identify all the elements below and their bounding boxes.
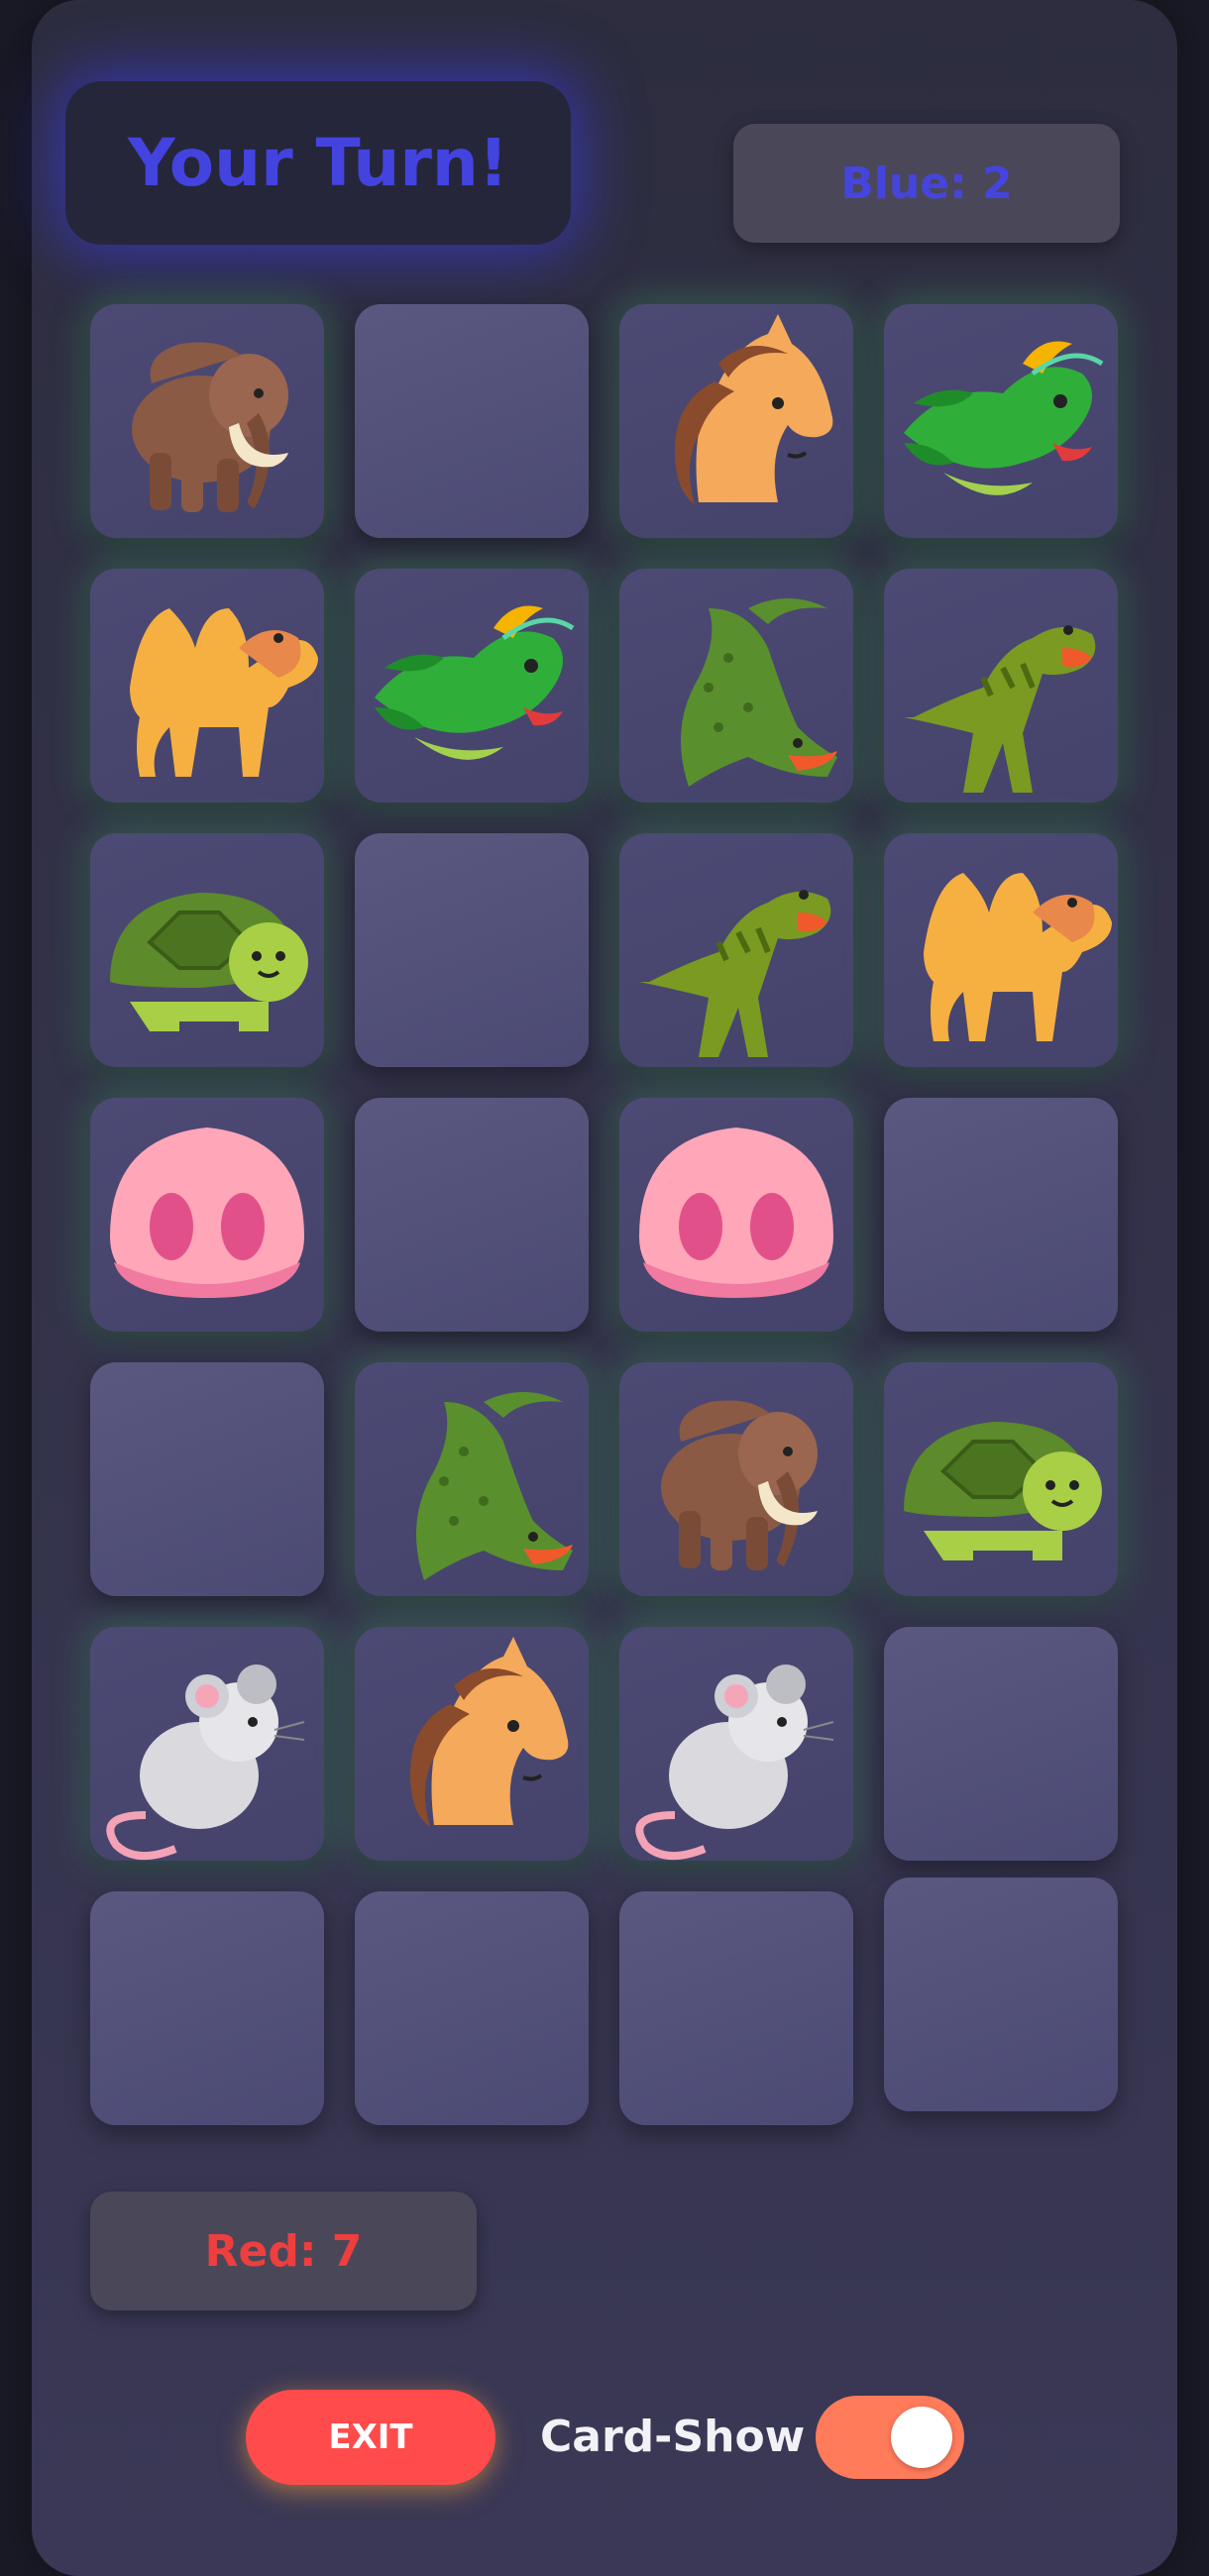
camel-icon [130,608,318,777]
turn-indicator: Your Turn! [65,81,571,245]
pig-nose-icon [639,1127,833,1298]
card-crocodile[interactable] [619,569,853,803]
card-hidden[interactable] [355,1098,589,1332]
t-rex-icon [639,890,831,1057]
card-show-label: Card-Show [540,2412,806,2462]
toggle-knob[interactable] [891,2407,952,2468]
card-t-rex[interactable] [619,833,853,1067]
card-mouse[interactable] [619,1627,853,1861]
card-hidden[interactable] [884,1098,1118,1332]
card-camel[interactable] [884,833,1118,1067]
turtle-icon [110,893,308,1031]
mammoth-icon [661,1400,818,1570]
dragon-icon [904,341,1104,495]
turn-text: Your Turn! [128,125,508,201]
card-pig-nose[interactable] [90,1098,324,1332]
card-camel[interactable] [90,569,324,803]
card-hidden[interactable] [355,833,589,1067]
card-mouse[interactable] [90,1627,324,1861]
pig-nose-icon [110,1127,304,1298]
exit-button[interactable]: EXIT [246,2390,495,2485]
card-t-rex[interactable] [884,569,1118,803]
dragon-icon [375,605,575,760]
card-dragon[interactable] [884,304,1118,538]
horse-icon [675,314,833,504]
card-dragon[interactable] [355,569,589,803]
crocodile-icon [416,1392,573,1580]
card-hidden[interactable] [355,1891,589,2125]
camel-icon [924,873,1112,1041]
crocodile-icon [681,598,837,787]
card-hidden[interactable] [619,1891,853,2125]
card-mammoth[interactable] [90,304,324,538]
card-horse[interactable] [619,304,853,538]
card-turtle[interactable] [884,1362,1118,1596]
card-turtle[interactable] [90,833,324,1067]
card-crocodile[interactable] [355,1362,589,1596]
t-rex-icon [904,625,1096,793]
card-hidden[interactable] [884,1878,1118,2111]
card-mammoth[interactable] [619,1362,853,1596]
horse-icon [410,1637,569,1827]
card-hidden[interactable] [884,1627,1118,1861]
card-pig-nose[interactable] [619,1098,853,1332]
blue-score: Blue: 2 [733,124,1120,243]
card-show-toggle[interactable] [816,2396,964,2479]
mouse-icon [106,1664,305,1861]
mouse-icon [635,1664,834,1861]
card-hidden[interactable] [355,304,589,538]
card-horse[interactable] [355,1627,589,1861]
card-hidden[interactable] [90,1891,324,2125]
card-hidden[interactable] [90,1362,324,1596]
mammoth-icon [132,342,288,512]
red-score: Red: 7 [90,2192,477,2310]
turtle-icon [904,1422,1102,1560]
